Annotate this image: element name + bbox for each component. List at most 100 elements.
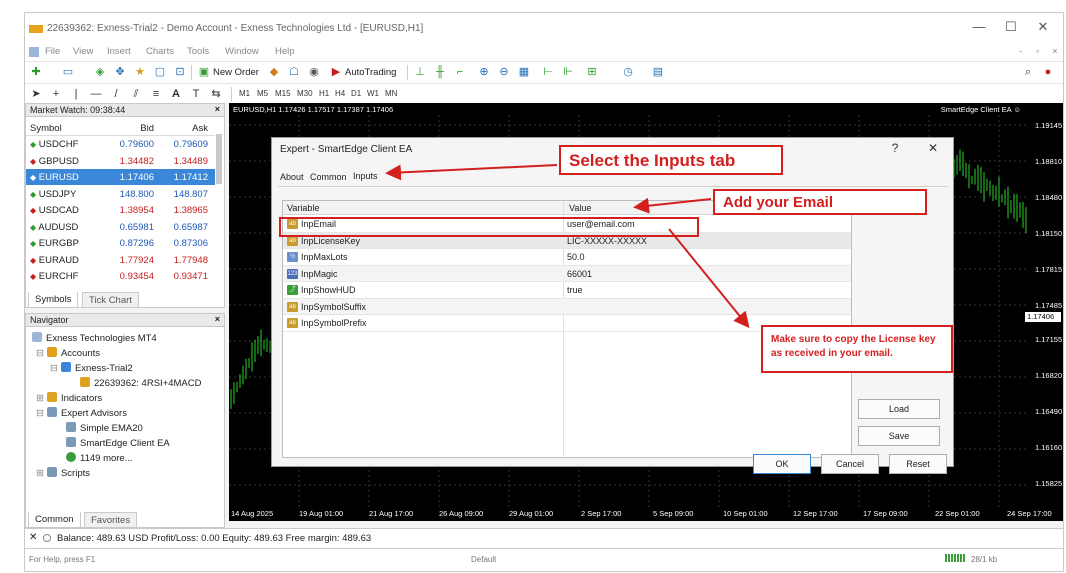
market-watch-scrollbar[interactable]: [216, 134, 222, 184]
market-watch-row[interactable]: ◆ USDCHF 0.79600 0.79609: [26, 136, 215, 152]
autotrading-icon[interactable]: ▶: [329, 65, 343, 79]
market-watch-row[interactable]: ◆ EURUSD 1.17406 1.17412: [26, 169, 215, 185]
timeframe-d1[interactable]: D1: [351, 89, 361, 98]
timeframe-h4[interactable]: H4: [335, 89, 345, 98]
templates-icon[interactable]: ▤: [651, 65, 665, 79]
timeframe-m5[interactable]: M5: [257, 89, 268, 98]
navigator-close-icon[interactable]: ×: [215, 314, 220, 324]
new-order-icon[interactable]: ▣: [197, 65, 211, 79]
terminal-icon[interactable]: ▢: [153, 65, 167, 79]
cancel-button[interactable]: Cancel: [821, 454, 879, 474]
nav-item-more[interactable]: 1149 more...: [66, 452, 133, 464]
column-variable[interactable]: Variable: [287, 203, 319, 213]
candlestick-icon[interactable]: ╫: [433, 65, 447, 79]
close-button[interactable]: ✕: [1033, 19, 1053, 35]
mdi-minimize[interactable]: -: [1019, 46, 1022, 57]
nav-item-root[interactable]: Exness Technologies MT4: [32, 332, 157, 344]
profiles-icon[interactable]: ▭: [61, 65, 75, 79]
input-row-max-lots[interactable]: ½ InpMaxLots 50.0: [283, 249, 851, 266]
nav-item-scripts[interactable]: ⊞ Scripts: [36, 467, 90, 479]
new-order-button[interactable]: New Order: [213, 67, 259, 78]
close-status-icon[interactable]: ✕: [29, 532, 37, 543]
timeframe-m1[interactable]: M1: [239, 89, 250, 98]
data-window-icon[interactable]: ✥: [113, 65, 127, 79]
tab-about[interactable]: About: [280, 172, 304, 182]
variable-value[interactable]: true: [567, 285, 583, 295]
tab-inputs[interactable]: Inputs: [350, 170, 381, 182]
tab-common-settings[interactable]: Common: [310, 172, 347, 182]
search-icon[interactable]: ⌕: [1021, 65, 1035, 79]
new-chart-icon[interactable]: ✚: [29, 65, 43, 79]
chart-shift-icon[interactable]: ⊢: [541, 65, 555, 79]
indicators-icon[interactable]: ⊞: [585, 65, 599, 79]
cursor-icon[interactable]: ➤: [29, 87, 43, 101]
timeframe-h1[interactable]: H1: [319, 89, 329, 98]
nav-item-expert-advisors[interactable]: ⊟ Expert Advisors: [36, 407, 127, 419]
navigator-icon[interactable]: ★: [133, 65, 147, 79]
menu-help[interactable]: Help: [275, 46, 295, 57]
tab-symbols[interactable]: Symbols: [28, 292, 79, 308]
market-watch-close-icon[interactable]: ×: [215, 104, 220, 114]
input-row-magic[interactable]: 123 InpMagic 66001: [283, 265, 851, 282]
market-watch-icon[interactable]: ◈: [93, 65, 107, 79]
variable-value[interactable]: LIC-XXXXX-XXXXX: [567, 236, 647, 246]
mdi-close[interactable]: ×: [1052, 46, 1058, 57]
arrows-icon[interactable]: ⇆: [209, 87, 223, 101]
reset-button[interactable]: Reset: [889, 454, 947, 474]
input-row-show-hud[interactable]: ⤴ InpShowHUD true: [283, 282, 851, 299]
text-icon[interactable]: A: [169, 87, 183, 101]
nav-item-indicators[interactable]: ⊞ Indicators: [36, 392, 102, 404]
tab-common[interactable]: Common: [28, 512, 81, 528]
line-chart-icon[interactable]: ⌐: [453, 65, 467, 79]
nav-item-server[interactable]: ⊟ Exness-Trial2: [50, 362, 133, 374]
tab-favorites[interactable]: Favorites: [84, 512, 138, 528]
collapse-icon[interactable]: ⊟: [36, 348, 44, 359]
menu-insert[interactable]: Insert: [107, 46, 131, 57]
column-value[interactable]: Value: [569, 203, 591, 213]
market-watch-row[interactable]: ◆ EURCHF 0.93454 0.93471: [26, 268, 215, 284]
bar-chart-icon[interactable]: ⊥: [413, 65, 427, 79]
vertical-line-icon[interactable]: |: [69, 87, 83, 101]
crosshair-icon[interactable]: +: [49, 87, 63, 101]
column-symbol[interactable]: Symbol: [30, 123, 62, 134]
market-icon[interactable]: ◉: [307, 65, 321, 79]
market-watch-row[interactable]: ◆ EURGBP 0.87296 0.87306: [26, 235, 215, 251]
horizontal-line-icon[interactable]: —: [89, 87, 103, 101]
load-button[interactable]: Load: [858, 399, 940, 419]
mdi-restore[interactable]: ▫: [1036, 46, 1039, 57]
save-button[interactable]: Save: [858, 426, 940, 446]
market-watch-row[interactable]: ◆ EURAUD 1.77924 1.77948: [26, 252, 215, 268]
nav-item-account[interactable]: 22639362: 4RSI+4MACD: [80, 377, 201, 389]
market-watch-row[interactable]: ◆ USDCAD 1.38954 1.38965: [26, 202, 215, 218]
ok-button[interactable]: OK: [753, 454, 811, 474]
channel-icon[interactable]: ⫽: [129, 87, 143, 101]
menu-view[interactable]: View: [73, 46, 93, 57]
collapse-icon[interactable]: ⊟: [50, 363, 58, 374]
timeframe-m30[interactable]: M30: [297, 89, 313, 98]
expand-icon[interactable]: ⊞: [36, 468, 44, 479]
meta-editor-icon[interactable]: ◆: [267, 65, 281, 79]
strategy-tester-icon[interactable]: ⊡: [173, 65, 187, 79]
notifications-icon[interactable]: ●: [1041, 65, 1055, 79]
dialog-help-button[interactable]: ?: [886, 141, 904, 155]
nav-item-accounts[interactable]: ⊟ Accounts: [36, 347, 100, 359]
market-watch-row[interactable]: ◆ USDJPY 148.800 148.807: [26, 186, 215, 202]
maximize-button[interactable]: ☐: [1001, 19, 1021, 35]
market-watch-row[interactable]: ◆ AUDUSD 0.65981 0.65987: [26, 219, 215, 235]
column-ask[interactable]: Ask: [166, 123, 208, 134]
autotrading-button[interactable]: AutoTrading: [345, 67, 396, 78]
zoom-in-icon[interactable]: ⊕: [477, 65, 491, 79]
nav-item-simple-ema20[interactable]: Simple EMA20: [66, 422, 143, 434]
menu-window[interactable]: Window: [225, 46, 259, 57]
timeframe-mn[interactable]: MN: [385, 89, 397, 98]
expand-icon[interactable]: ⊞: [36, 393, 44, 404]
menu-tools[interactable]: Tools: [187, 46, 209, 57]
menu-file[interactable]: File: [45, 46, 60, 57]
variable-value[interactable]: 50.0: [567, 252, 585, 262]
timeframe-m15[interactable]: M15: [275, 89, 291, 98]
variable-value[interactable]: 66001: [567, 269, 592, 279]
dialog-close-button[interactable]: ✕: [924, 141, 942, 155]
minimize-button[interactable]: —: [969, 19, 989, 34]
signals-icon[interactable]: ☖: [287, 65, 301, 79]
tab-tick-chart[interactable]: Tick Chart: [82, 292, 139, 308]
